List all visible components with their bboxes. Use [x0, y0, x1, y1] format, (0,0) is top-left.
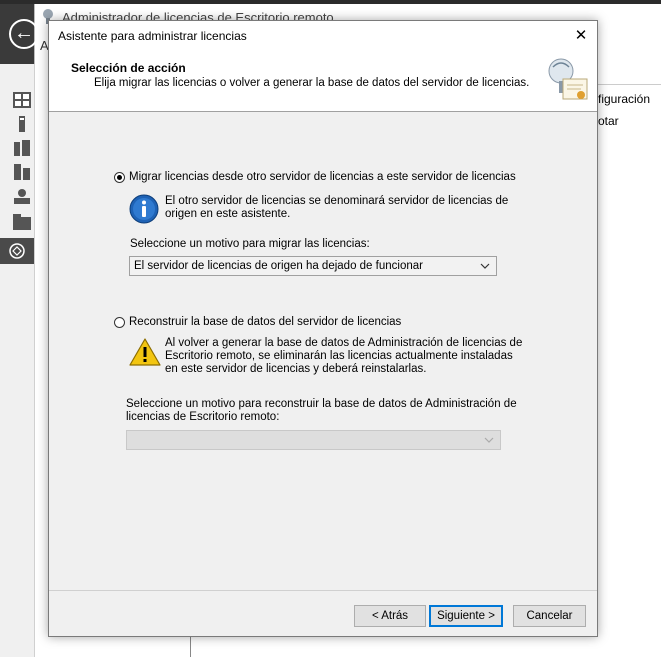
- migrate-info-line-1: El otro servidor de licencias se denomin…: [165, 195, 509, 207]
- back-navigation-area: ←: [0, 4, 39, 64]
- licensing-nav-selected[interactable]: [0, 238, 34, 264]
- licensing-icon: [9, 243, 25, 259]
- server-icon[interactable]: [13, 116, 31, 132]
- rebuild-warning-text: Al volver a generar la base de datos de …: [165, 337, 522, 376]
- wizard-header: Selección de acción Elija migrar las lic…: [49, 51, 597, 112]
- back-button[interactable]: < Atrás: [354, 605, 426, 627]
- migrate-info-line-2: origen en este asistente.: [165, 208, 291, 220]
- rebuild-warning-line-2: Escritorio remoto, se eliminarán las lic…: [165, 350, 513, 362]
- rebuild-radio[interactable]: [114, 316, 125, 328]
- all-servers-icon[interactable]: [13, 140, 31, 156]
- wizard-step-title: Selección de acción: [71, 61, 186, 75]
- migrate-radio[interactable]: [114, 171, 125, 183]
- migrate-reason-label: Seleccione un motivo para migrar las lic…: [130, 238, 370, 250]
- back-arrow-icon[interactable]: ←: [9, 19, 39, 49]
- rebuild-reason-label-line-2: licencias de Escritorio remoto:: [126, 411, 280, 423]
- license-wizard-dialog: Asistente para administrar licencias ✕ S…: [48, 20, 598, 637]
- background-taskbar-strip: [0, 0, 661, 4]
- background-menu-activar[interactable]: otar: [598, 114, 619, 128]
- folder-icon[interactable]: [13, 214, 31, 230]
- info-icon: [129, 194, 159, 224]
- rebuild-reason-label-line-1: Seleccione un motivo para reconstruir la…: [126, 398, 517, 410]
- rebuild-warning-line-3: en este servidor de licencias y deberá r…: [165, 363, 427, 375]
- dashboard-icon[interactable]: [13, 92, 31, 108]
- background-icon-column: [0, 64, 35, 657]
- rebuild-reason-label: Seleccione un motivo para reconstruir la…: [126, 398, 517, 424]
- rebuild-radio-label: Reconstruir la base de datos del servido…: [129, 316, 402, 328]
- wizard-step-subtitle: Elija migrar las licencias o volver a ge…: [94, 77, 530, 89]
- license-certificate-icon: [548, 58, 588, 100]
- background-menu-configuracion[interactable]: figuración: [598, 92, 650, 106]
- dialog-titlebar[interactable]: Asistente para administrar licencias ✕: [49, 21, 597, 51]
- dialog-title: Asistente para administrar licencias: [58, 29, 247, 43]
- chevron-down-icon: [484, 437, 494, 443]
- footer-divider: [49, 590, 597, 591]
- chevron-down-icon: [480, 263, 490, 269]
- cancel-button[interactable]: Cancelar: [513, 605, 586, 627]
- rebuild-reason-select[interactable]: [126, 430, 501, 450]
- rebuild-warning-line-1: Al volver a generar la base de datos de …: [165, 337, 523, 349]
- rebuild-option[interactable]: Reconstruir la base de datos del servido…: [114, 316, 401, 328]
- next-button[interactable]: Siguiente >: [429, 605, 503, 627]
- migrate-reason-select[interactable]: El servidor de licencias de origen ha de…: [129, 256, 497, 276]
- warning-icon: [129, 338, 161, 366]
- wizard-content: Migrar licencias desde otro servidor de …: [49, 112, 597, 590]
- migrate-option[interactable]: Migrar licencias desde otro servidor de …: [114, 171, 516, 183]
- migrate-reason-value: El servidor de licencias de origen ha de…: [134, 260, 423, 272]
- background-divider: [598, 84, 661, 85]
- migrate-info-text: El otro servidor de licencias se denomin…: [165, 195, 508, 221]
- remote-desktop-icon[interactable]: [13, 188, 31, 204]
- file-services-icon[interactable]: [13, 164, 31, 180]
- background-column-divider: [190, 637, 191, 657]
- migrate-radio-label: Migrar licencias desde otro servidor de …: [129, 171, 516, 183]
- close-icon[interactable]: ✕: [565, 21, 597, 51]
